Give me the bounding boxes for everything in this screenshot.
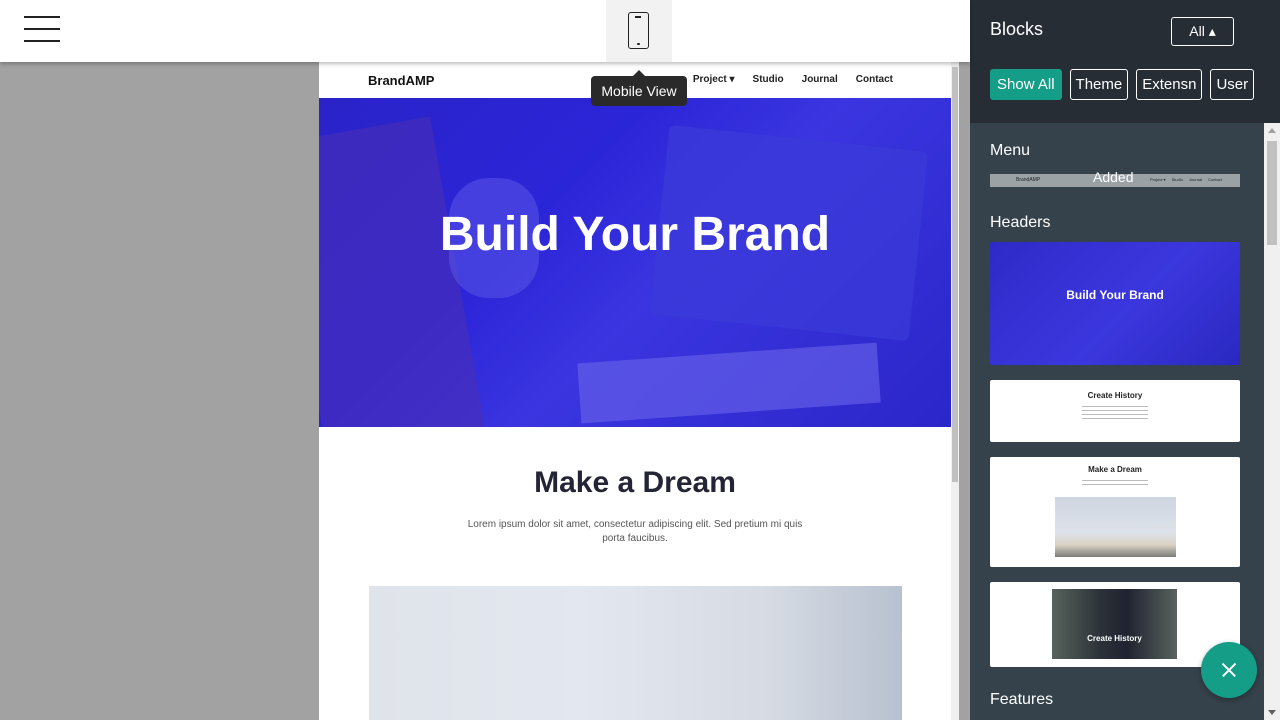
site-brand[interactable]: BrandAMP (368, 73, 434, 88)
filter-theme[interactable]: Theme (1069, 69, 1129, 100)
thumb-title: Build Your Brand (1066, 288, 1164, 302)
mini-brand: BrandAMP (1016, 177, 1041, 183)
site-nav-links: Project ▾ Studio Journal Contact (693, 74, 893, 85)
hero-block[interactable]: Build Your Brand (319, 98, 951, 427)
nav-contact[interactable]: Contact (856, 74, 893, 85)
nav-studio[interactable]: Studio (753, 74, 784, 85)
blocks-panel: Blocks All ▴ Show All Theme Extensn User… (970, 0, 1280, 720)
panel-title: Blocks (990, 19, 1044, 39)
hero-image-notebook (577, 342, 881, 424)
section-text: Lorem ipsum dolor sit amet, consectetur … (467, 519, 803, 544)
hero-title: Build Your Brand (439, 208, 831, 261)
mini-link: Project ▾ (1150, 177, 1166, 182)
dream-section: Make a Dream Lorem ipsum dolor sit amet,… (319, 466, 951, 546)
panel-scroll-thumb[interactable] (1267, 141, 1277, 245)
header-thumbnail-create-history-image[interactable]: Create History (990, 582, 1240, 667)
section-label-menu: Menu (990, 142, 1031, 159)
category-dropdown[interactable]: All ▴ (1171, 17, 1234, 46)
nav-journal[interactable]: Journal (802, 74, 838, 85)
top-toolbar (0, 0, 970, 62)
filter-buttons: Show All Theme Extensn User (990, 69, 1255, 100)
thumb-title: Create History (1087, 391, 1143, 400)
hamburger-icon[interactable] (24, 16, 60, 44)
section-title: Make a Dream (534, 466, 736, 499)
header-thumbnail-make-dream[interactable]: Make a Dream (990, 457, 1240, 567)
thumb-title: Create History (1087, 634, 1142, 643)
mini-link: Contact (1208, 177, 1222, 182)
thumb-text-lines (1082, 406, 1148, 422)
section-label-features: Features (990, 691, 1054, 708)
panel-scrollbar[interactable] (1264, 123, 1280, 720)
section-image (369, 586, 902, 720)
mobile-phone-icon (628, 12, 649, 49)
thumb-title: Make a Dream (1088, 465, 1142, 474)
canvas-scrollbar[interactable] (951, 62, 959, 720)
nav-project[interactable]: Project ▾ (693, 74, 735, 85)
scroll-up-icon[interactable] (1268, 128, 1276, 133)
mini-links: Project ▾ Studio Journal Contact (1150, 177, 1222, 182)
close-icon[interactable] (1201, 642, 1257, 698)
thumb-image (1055, 497, 1176, 557)
scroll-down-icon[interactable] (1268, 710, 1276, 715)
blocks-panel-header: Blocks All ▴ Show All Theme Extensn User (970, 0, 1280, 123)
thumb-image (1052, 589, 1177, 659)
canvas-scroll-thumb[interactable] (952, 67, 958, 482)
thumb-text-lines (1082, 480, 1148, 488)
filter-show-all[interactable]: Show All (990, 69, 1062, 100)
filter-extension[interactable]: Extensn (1136, 69, 1203, 100)
mini-link: Studio (1171, 177, 1183, 182)
page-canvas: BrandAMP Project ▾ Studio Journal Contac… (319, 62, 951, 720)
added-badge: Added (1093, 169, 1134, 185)
filter-user[interactable]: User (1210, 69, 1255, 100)
header-thumbnail-build-brand[interactable]: Build Your Brand (990, 242, 1240, 365)
header-thumbnail-create-history[interactable]: Create History (990, 380, 1240, 442)
mini-link: Journal (1188, 177, 1203, 182)
tooltip-mobile-view: Mobile View (591, 70, 687, 106)
section-label-headers: Headers (990, 214, 1051, 231)
mobile-view-button[interactable] (606, 0, 672, 62)
